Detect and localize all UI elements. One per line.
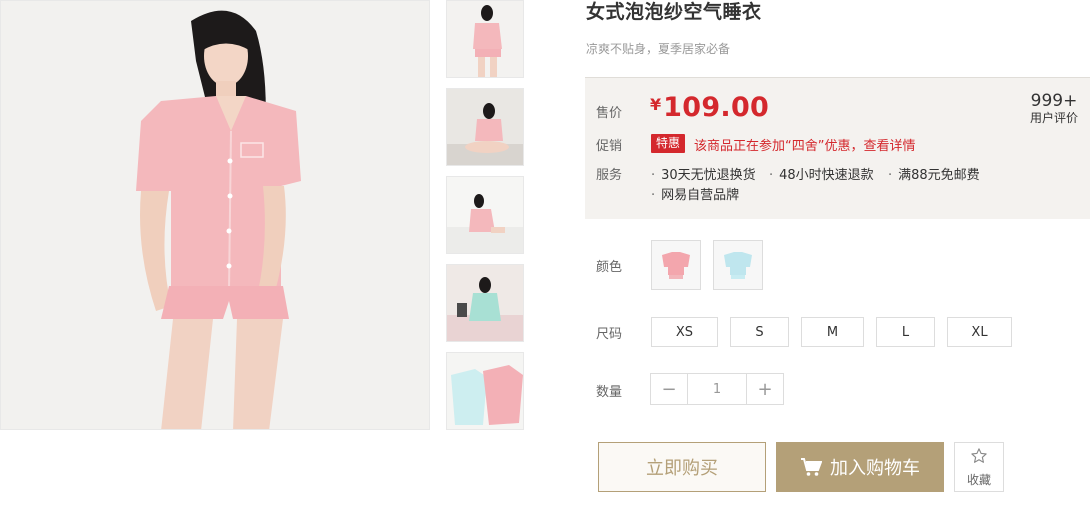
thumbnail-5[interactable] — [446, 352, 524, 430]
quantity-increase-button[interactable]: + — [747, 374, 783, 404]
thumbnail-1[interactable] — [446, 0, 524, 78]
size-option-s[interactable]: S — [730, 317, 789, 347]
review-count-label: 用户评价 — [1029, 111, 1078, 125]
size-option-xs[interactable]: XS — [651, 317, 718, 347]
thumbnail-4[interactable] — [446, 264, 524, 342]
quantity-decrease-button[interactable]: − — [651, 374, 687, 404]
quantity-label: 数量 — [596, 385, 623, 400]
service-label: 服务 — [596, 168, 623, 183]
service-item: 网易自营品牌 — [651, 184, 739, 203]
main-product-image — [0, 0, 430, 430]
favorite-button[interactable]: 收藏 — [954, 442, 1004, 492]
review-count[interactable]: 999+ 用户评价 — [1030, 91, 1078, 125]
size-option-xl[interactable]: XL — [947, 317, 1012, 347]
thumbnail-3[interactable] — [446, 176, 524, 254]
service-item: 48小时快速退款 — [769, 164, 874, 183]
promo-label: 促销 — [596, 139, 623, 154]
star-icon — [970, 447, 988, 469]
buy-now-button[interactable]: 立即购买 — [598, 442, 766, 492]
product-title: 女式泡泡纱空气睡衣 — [586, 1, 762, 23]
service-item: 满88元免邮费 — [888, 164, 980, 183]
price-label: 售价 — [596, 106, 623, 121]
add-to-cart-label: 加入购物车 — [830, 458, 920, 479]
product-subtitle: 凉爽不贴身，夏季居家必备 — [586, 42, 731, 56]
color-label: 颜色 — [596, 260, 623, 275]
promo-tag: 特惠 — [651, 134, 686, 153]
price-number: 109.00 — [663, 92, 770, 123]
price-panel: 售价 ¥109.00 999+ 用户评价 促销 特惠 该商品正在参加“四舍”优惠… — [585, 77, 1090, 219]
size-label: 尺码 — [596, 327, 623, 342]
quantity-input[interactable]: 1 — [687, 374, 747, 404]
size-option-m[interactable]: M — [801, 317, 864, 347]
promo-link[interactable]: 该商品正在参加“四舍”优惠，查看详情 — [694, 135, 915, 154]
review-count-value: 999+ — [1030, 91, 1078, 111]
currency-symbol: ¥ — [650, 95, 662, 114]
add-to-cart-button[interactable]: 加入购物车 — [776, 442, 944, 492]
service-item: 30天无忧退换货 — [651, 164, 756, 183]
price-value: ¥109.00 — [650, 92, 769, 123]
size-option-l[interactable]: L — [876, 317, 935, 347]
cart-icon — [800, 457, 822, 477]
favorite-label: 收藏 — [966, 472, 991, 487]
quantity-stepper: − 1 + — [650, 373, 784, 405]
thumbnail-2[interactable] — [446, 88, 524, 166]
color-option-pink[interactable] — [651, 240, 701, 290]
color-option-blue[interactable] — [713, 240, 763, 290]
